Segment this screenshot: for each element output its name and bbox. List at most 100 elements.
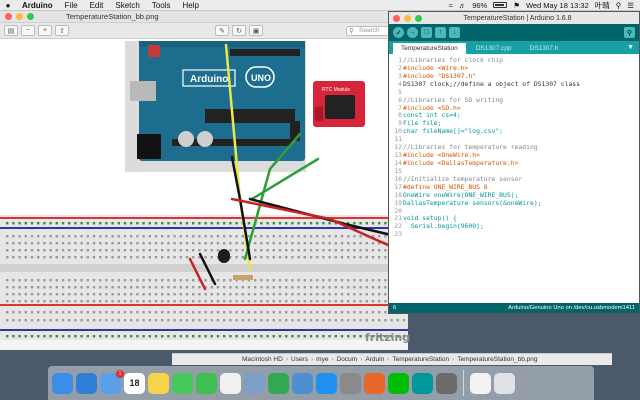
share-icon[interactable]: ⇧ (55, 25, 69, 36)
toolbox-icon[interactable]: ▣ (249, 25, 263, 36)
path-item-users[interactable]: Users (291, 356, 308, 363)
battery-percent[interactable]: 96% (472, 1, 487, 10)
verify-icon[interactable]: ✓ (393, 27, 404, 38)
dock: 1 18 (48, 366, 594, 400)
arduino-titlebar[interactable]: TemperatureStation | Arduino 1.6.8 (389, 12, 639, 24)
chevron-right-icon: › (387, 356, 390, 363)
messages-icon[interactable] (172, 372, 193, 394)
code-line[interactable]: 22 Serial.begin(9600); (392, 222, 639, 231)
magnifier-icon: ⚲ (349, 27, 355, 35)
breadboard (0, 215, 408, 340)
open-icon[interactable]: ↑ (435, 27, 446, 38)
code-text: char fileName[]="log.csv"; (403, 127, 504, 136)
preview-title: TemperatureStation_bb.png (66, 12, 159, 21)
image-canvas[interactable]: Arduino UNO RTC Module (0, 39, 408, 340)
minimize-button[interactable] (404, 14, 411, 22)
user-name[interactable]: 叶晴 (595, 0, 610, 11)
tab-ds1307-h[interactable]: DS1307.h (522, 43, 567, 54)
menu-file[interactable]: File (59, 1, 84, 10)
menu-app-name[interactable]: Arduino (16, 1, 59, 10)
close-button[interactable] (393, 14, 400, 22)
code-text: DallasTemperature sensors(&oneWire); (403, 198, 542, 207)
zoom-out-icon[interactable]: − (21, 25, 35, 36)
trash-icon[interactable] (494, 372, 515, 394)
path-item-home[interactable]: mye (316, 356, 328, 363)
finder-icon[interactable] (52, 372, 73, 394)
code-line[interactable]: 4 DS1307 clock;//define a object of DS130… (392, 79, 639, 89)
chevron-right-icon: › (310, 356, 314, 363)
chevron-right-icon: › (285, 356, 288, 363)
line-number: 23 (394, 230, 402, 239)
preview-toolbar: ▤ − + ⇧ ✎ ↻ ▣ ⚲ Search (0, 23, 408, 39)
upload-icon[interactable]: → (407, 27, 418, 38)
numbers-icon[interactable] (268, 372, 289, 394)
code-editor[interactable]: 1//Libraries for clock chip 2 #include <Wi… (389, 54, 639, 303)
code-line[interactable]: 19 DallasTemperature sensors(&oneWire); (392, 198, 639, 208)
search-icon[interactable]: ⚲ (616, 1, 622, 10)
tab-menu-icon[interactable]: ▼ (627, 44, 634, 51)
zoom-button[interactable] (27, 13, 34, 20)
close-button[interactable] (5, 13, 12, 20)
save-icon[interactable]: ↓ (449, 27, 460, 38)
safari-icon[interactable] (76, 372, 97, 394)
new-sketch-icon[interactable]: □ (421, 27, 432, 38)
calendar-icon[interactable]: 18 (124, 372, 145, 394)
appstore-icon[interactable] (316, 372, 337, 394)
tab-ds1307-cpp[interactable]: DS1307.cpp (468, 43, 520, 54)
menu-sketch[interactable]: Sketch (109, 1, 145, 10)
rotate-icon[interactable]: ↻ (232, 25, 246, 36)
path-item-documents[interactable]: Docum (337, 356, 358, 363)
dictionary-icon[interactable] (436, 372, 457, 394)
zoom-button[interactable] (415, 14, 422, 22)
clock[interactable]: Wed May 18 13:32 (526, 1, 589, 10)
preview-icon[interactable] (244, 372, 265, 394)
path-item-sketch-folder[interactable]: TemperatureStation (392, 356, 449, 363)
battery-icon[interactable] (493, 2, 508, 8)
system-preferences-icon[interactable] (340, 372, 361, 394)
code-line[interactable]: 10 char fileName[]="log.csv"; (392, 127, 639, 136)
path-item-file[interactable]: TemperatureStation_bb.png (457, 356, 537, 363)
path-item-disk[interactable]: Macintosh HD (242, 356, 283, 363)
arduino-ide-window: TemperatureStation | Arduino 1.6.8 ✓ → □… (388, 11, 640, 314)
code-text: DS1307 clock;//define a object of DS1307… (403, 79, 580, 88)
arduino-brand-text: Arduino (190, 74, 228, 85)
photos-icon[interactable] (220, 372, 241, 394)
uno-text: UNO (251, 73, 271, 83)
mail-icon[interactable]: 1 (100, 369, 124, 394)
keynote-icon[interactable] (292, 372, 313, 394)
path-item-arduino[interactable]: Arduin (365, 356, 384, 363)
zoom-in-icon[interactable]: + (38, 25, 52, 36)
tab-temperaturestation[interactable]: TemperatureStation (393, 43, 466, 54)
firefox-icon[interactable] (364, 372, 385, 394)
fritzing-watermark: fritzing (365, 331, 411, 344)
code-line[interactable]: 14 #include <DallasTemperature.h> (392, 159, 639, 168)
menu-bar: ● Arduino File Edit Sketch Tools Help ≈ … (0, 0, 640, 11)
menu-edit[interactable]: Edit (84, 1, 110, 10)
iqiyi-icon[interactable] (388, 372, 409, 394)
chevron-right-icon: › (331, 356, 334, 363)
notification-center-icon[interactable]: ☰ (627, 1, 634, 10)
code-line[interactable]: 23 (392, 230, 639, 239)
arduino-icon[interactable] (412, 372, 433, 394)
markup-icon[interactable]: ✎ (215, 25, 229, 36)
wifi-icon[interactable]: ≈ (449, 1, 453, 10)
sidebar-toggle-icon[interactable]: ▤ (4, 25, 18, 36)
arduino-tabs: TemperatureStation DS1307.cpp DS1307.h ▼ (389, 41, 639, 54)
facetime-icon[interactable] (196, 372, 217, 394)
breadboard-diagram: Arduino UNO RTC Module (0, 41, 408, 340)
serial-monitor-icon[interactable]: ⚲ (624, 27, 635, 38)
arduino-board: Arduino UNO (125, 41, 306, 172)
notes-icon[interactable] (148, 372, 169, 394)
minimize-button[interactable] (16, 13, 23, 20)
search-placeholder: Search (359, 27, 380, 34)
document-icon[interactable] (470, 372, 491, 394)
dock-separator (463, 370, 464, 396)
menu-tools[interactable]: Tools (146, 1, 177, 10)
preview-window: TemperatureStation_bb.png ▤ − + ⇧ ✎ ↻ ▣ … (0, 11, 411, 350)
flag-icon[interactable]: ⚑ (513, 1, 520, 10)
volume-icon[interactable]: ♬ (459, 1, 467, 10)
preview-titlebar[interactable]: TemperatureStation_bb.png (0, 11, 408, 23)
apple-menu-icon[interactable]: ● (0, 1, 16, 10)
rtc-label: RTC Module (322, 87, 350, 93)
menu-help[interactable]: Help (177, 1, 205, 10)
